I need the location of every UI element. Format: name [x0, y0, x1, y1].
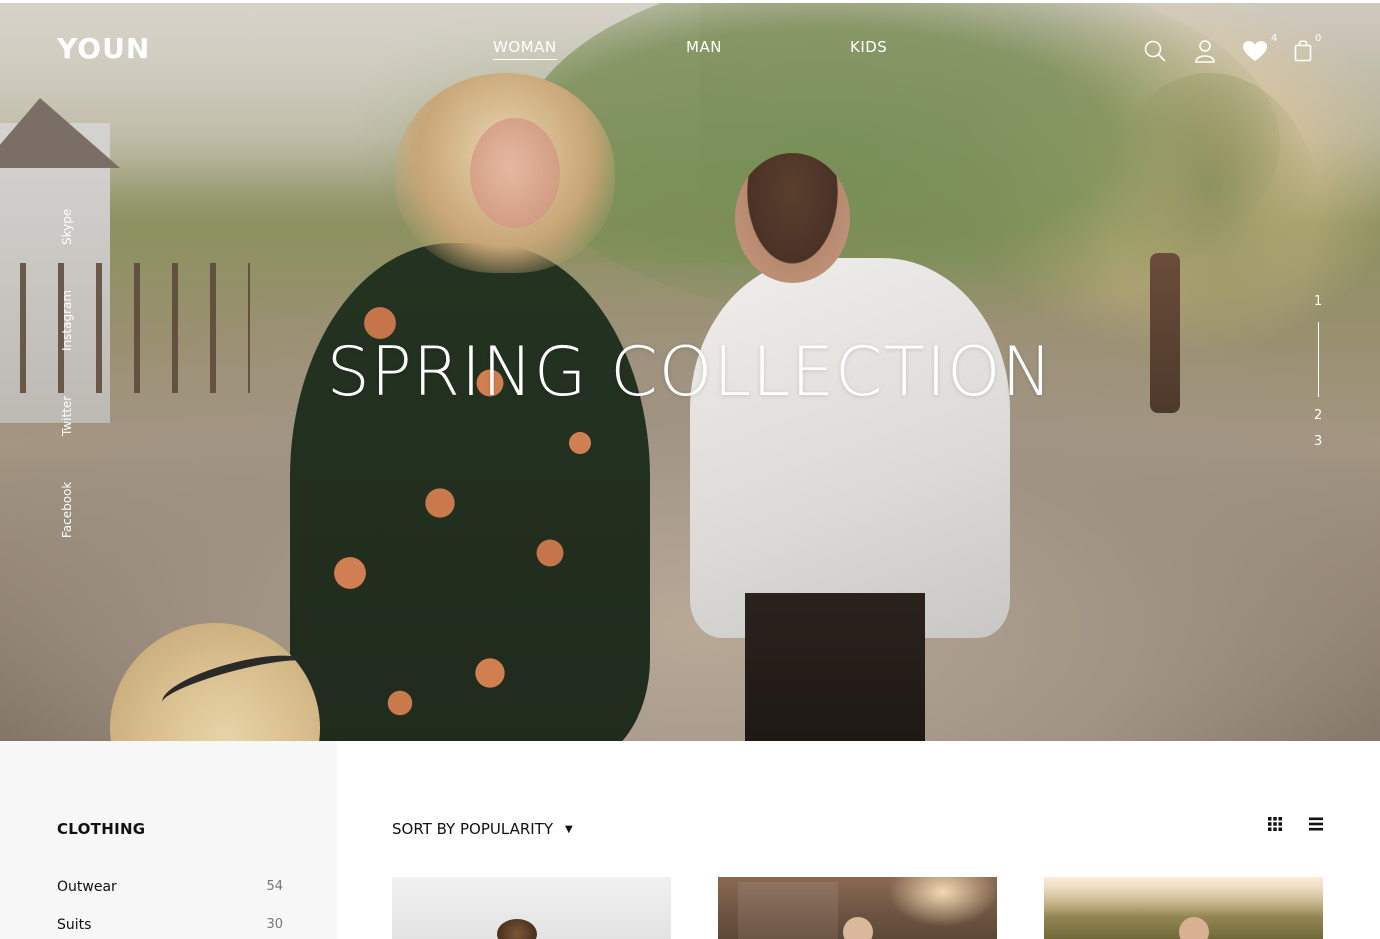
product-photo-figure — [843, 917, 873, 939]
category-count: 54 — [266, 879, 283, 894]
category-name: Suits — [57, 917, 92, 933]
grid-view-icon[interactable] — [1268, 817, 1284, 833]
slide-indicator-1[interactable]: 1 — [1314, 294, 1322, 309]
shopping-bag-icon[interactable] — [1294, 38, 1312, 62]
sort-dropdown[interactable]: SORT BY POPULARITY ▼ — [392, 820, 573, 838]
heart-icon[interactable] — [1242, 40, 1268, 62]
cart-count-badge: 0 — [1315, 33, 1322, 44]
hero-man-shirt — [690, 258, 1010, 638]
hero-woman-dress — [290, 243, 650, 741]
slide-indicator-2[interactable]: 2 — [1314, 408, 1322, 423]
hero-banner: SPRING COLLECTION — [0, 3, 1380, 741]
list-view-icon[interactable] — [1309, 817, 1325, 833]
hero-shed-roof — [0, 98, 120, 168]
product-photo-figure — [1179, 917, 1209, 939]
product-card-image[interactable] — [1044, 877, 1323, 939]
hero-man-head — [735, 153, 850, 283]
product-photo-figure — [497, 919, 537, 939]
social-link-skype[interactable]: Skype — [60, 209, 74, 245]
social-link-instagram[interactable]: Instagram — [60, 290, 74, 351]
brand-logo[interactable]: YOUN — [57, 32, 150, 65]
category-sidebar: CLOTHING Outwear 54 Suits 30 — [0, 741, 337, 939]
social-link-facebook[interactable]: Facebook — [60, 482, 74, 538]
slide-indicator-3[interactable]: 3 — [1314, 434, 1322, 449]
nav-item-man[interactable]: MAN — [686, 38, 722, 56]
wishlist-count-badge: 4 — [1271, 33, 1278, 44]
chevron-down-icon: ▼ — [565, 823, 573, 835]
category-count: 30 — [266, 917, 283, 932]
hero-headline: SPRING COLLECTION — [326, 333, 1054, 412]
hero-tree — [1100, 73, 1320, 353]
product-photo-house — [738, 882, 838, 939]
hero-woman-face — [470, 118, 560, 228]
social-link-twitter[interactable]: Twitter — [60, 396, 74, 436]
nav-item-woman[interactable]: WOMAN — [493, 38, 557, 60]
product-card-image[interactable] — [718, 877, 997, 939]
product-photo-sunlight — [1044, 877, 1323, 917]
slide-active-line — [1318, 322, 1319, 397]
hero-man-pants — [745, 593, 925, 741]
product-photo-sunlight — [888, 877, 997, 927]
sort-label: SORT BY POPULARITY — [392, 820, 554, 838]
category-name: Outwear — [57, 879, 117, 895]
sidebar-title: CLOTHING — [57, 820, 146, 838]
user-icon[interactable] — [1194, 39, 1216, 63]
product-card-image[interactable] — [392, 877, 671, 939]
search-icon[interactable] — [1143, 39, 1167, 63]
nav-item-kids[interactable]: KIDS — [850, 38, 887, 56]
